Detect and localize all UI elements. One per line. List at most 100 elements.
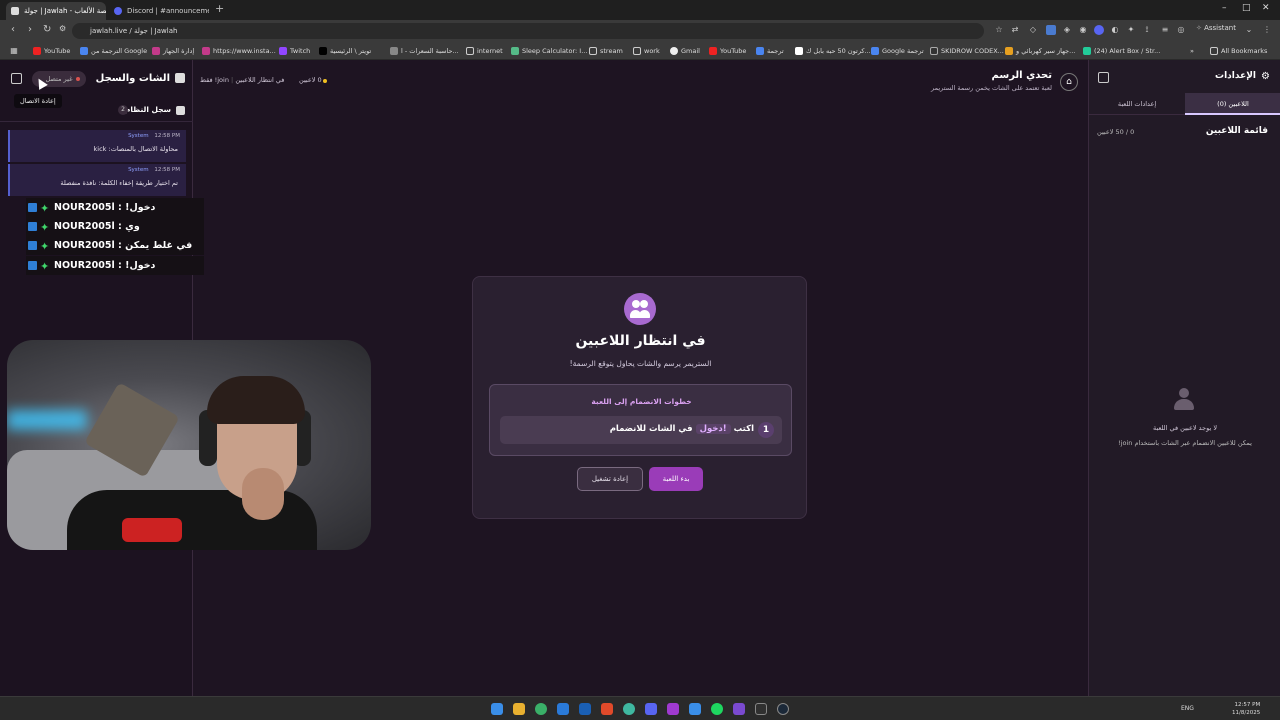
player-list-title: قائمة اللاعبين bbox=[1205, 126, 1268, 136]
bookmark-device-manager[interactable]: إدارة الجهاز bbox=[152, 45, 194, 57]
home-button[interactable]: ⌂ bbox=[1060, 73, 1078, 91]
obs-icon[interactable] bbox=[755, 703, 767, 715]
collapse-panel-icon[interactable] bbox=[11, 73, 22, 84]
back-icon[interactable]: ‹ bbox=[11, 24, 15, 35]
steam-icon[interactable] bbox=[777, 703, 789, 715]
extension-icon[interactable] bbox=[1094, 25, 1104, 35]
browser-tab-jawlah[interactable]: جولة | Jawlah - منصة الألعاب bbox=[6, 2, 106, 20]
chat-line: ✦ NOUR2005l : !دخول bbox=[26, 256, 204, 275]
bookmark-carton[interactable]: كرتون 50 حبه بابل ك... bbox=[795, 45, 871, 57]
side-panel-icon[interactable]: ≡ bbox=[1160, 25, 1170, 35]
bookmark-star-icon[interactable]: ☆ bbox=[994, 25, 1004, 35]
folder-icon bbox=[633, 47, 641, 55]
edge-icon[interactable] bbox=[557, 703, 569, 715]
bookmark-gmail[interactable]: Gmail bbox=[670, 45, 700, 57]
bookmark-translation[interactable]: ترجمة bbox=[756, 45, 784, 57]
status-text: في انتظار اللاعبين bbox=[235, 76, 285, 84]
sparkle-icon: ✦ bbox=[40, 260, 50, 273]
sparkle-icon: ✦ bbox=[40, 202, 50, 215]
browser-tab-strip: جولة | Jawlah - منصة الألعاب Discord | #… bbox=[0, 0, 1280, 20]
forward-icon[interactable]: › bbox=[28, 24, 32, 35]
menu-icon[interactable]: ⋮ bbox=[1262, 25, 1272, 35]
discord-icon[interactable] bbox=[645, 703, 657, 715]
bookmark-folder-internet[interactable]: internet bbox=[466, 45, 503, 57]
discord-favicon-icon bbox=[114, 7, 122, 15]
folder-icon bbox=[466, 47, 474, 55]
chat-panel-title: الشات والسجل bbox=[95, 73, 170, 84]
chat-line: ✦ NOUR2005l : في غلط يمكن bbox=[26, 236, 204, 255]
reload-icon[interactable]: ↻ bbox=[43, 24, 51, 35]
collapse-panel-icon[interactable] bbox=[1098, 72, 1109, 83]
chat-icon bbox=[175, 73, 185, 83]
extension-icon[interactable]: ◈ bbox=[1062, 25, 1072, 35]
app-icon[interactable] bbox=[689, 703, 701, 715]
bookmark-folder-stream[interactable]: stream bbox=[589, 45, 623, 57]
bookmark-google-translate[interactable]: الترجمة من Google bbox=[80, 45, 147, 57]
brave-icon[interactable] bbox=[601, 703, 613, 715]
settings-tabs: اللاعبين (0) إعدادات اللعبة bbox=[1089, 93, 1280, 115]
share-icon[interactable]: ⇄ bbox=[1010, 25, 1020, 35]
restart-button[interactable]: إعادة تشغيل bbox=[577, 467, 643, 491]
extension-icon[interactable]: ⟟ bbox=[1142, 25, 1152, 35]
bookmark-calorie-calculator[interactable]: حاسبة السعرات - ا... bbox=[390, 45, 459, 57]
offline-dot-icon bbox=[76, 77, 80, 81]
extension-icon[interactable]: ◉ bbox=[1078, 25, 1088, 35]
translate-icon[interactable] bbox=[1046, 25, 1056, 35]
bookmark-twitter[interactable]: تويتر \ الرئيسية bbox=[319, 45, 371, 57]
all-bookmarks[interactable]: All Bookmarks bbox=[1210, 45, 1267, 57]
bookmark-google-translate-2[interactable]: Google ترجمة bbox=[871, 45, 924, 57]
bookmark-youtube-2[interactable]: YouTube bbox=[709, 45, 746, 57]
spotify-icon[interactable] bbox=[711, 703, 723, 715]
apps-grid-icon[interactable]: ▦ bbox=[9, 46, 19, 56]
extension-icon[interactable]: ◐ bbox=[1110, 25, 1120, 35]
bookmark-treadmill[interactable]: جهاز سير كهربائي و... bbox=[1005, 45, 1075, 57]
minimize-icon[interactable]: – bbox=[1222, 3, 1227, 13]
browser-icon[interactable] bbox=[623, 703, 635, 715]
bookmark-youtube[interactable]: YouTube bbox=[33, 45, 70, 57]
address-bar[interactable]: jawlah.live / جولة | Jawlah bbox=[72, 23, 984, 39]
app-icon[interactable] bbox=[667, 703, 679, 715]
bookmark-alert-box[interactable]: (24) Alert Box / Str... bbox=[1083, 45, 1160, 57]
maximize-icon[interactable]: □ bbox=[1242, 3, 1251, 13]
new-tab-icon[interactable]: + bbox=[215, 2, 224, 15]
clock[interactable]: 12:57 PM 11/8/2025 bbox=[1232, 701, 1260, 717]
chrome-icon[interactable] bbox=[535, 703, 547, 715]
puzzle-icon[interactable]: ✦ bbox=[1126, 25, 1136, 35]
store-icon[interactable] bbox=[579, 703, 591, 715]
tab-game-settings[interactable]: إعدادات اللعبة bbox=[1089, 93, 1185, 115]
profile-icon[interactable]: ◎ bbox=[1176, 25, 1186, 35]
page-icon bbox=[1005, 47, 1013, 55]
bookmark-twitch[interactable]: Twitch bbox=[279, 45, 310, 57]
language-indicator[interactable]: ENG bbox=[1181, 705, 1194, 712]
start-game-button[interactable]: بدء اللعبة bbox=[649, 467, 703, 491]
page-icon bbox=[390, 47, 398, 55]
bookmark-sleep-calculator[interactable]: Sleep Calculator: I... bbox=[511, 45, 587, 57]
bookmark-skidrow[interactable]: SKIDROW CODEX... bbox=[930, 45, 1004, 57]
bookmark-folder-work[interactable]: work bbox=[633, 45, 660, 57]
kick-icon bbox=[28, 241, 37, 250]
file-explorer-icon[interactable] bbox=[513, 703, 525, 715]
system-message: System 12:58 PM تم اختيار طريقة إخفاء ال… bbox=[8, 164, 186, 196]
chevron-down-icon[interactable]: ⌄ bbox=[1244, 25, 1254, 35]
browser-tab-discord[interactable]: Discord | #announcement | Ja bbox=[109, 2, 209, 20]
youtube-icon bbox=[33, 47, 41, 55]
skull-icon bbox=[930, 47, 938, 55]
extension-icon[interactable]: ◇ bbox=[1028, 25, 1038, 35]
close-window-icon[interactable]: ✕ bbox=[1262, 3, 1270, 13]
page-icon bbox=[511, 47, 519, 55]
sparkle-icon: ✦ bbox=[40, 221, 50, 234]
join-hint: join! فقط bbox=[200, 76, 229, 84]
assistant-button[interactable]: ✧ Assistant bbox=[1196, 24, 1236, 32]
settings-panel: ⚙ الإعدادات اللاعبين (0) إعدادات اللعبة … bbox=[1088, 60, 1280, 696]
user-icon bbox=[1174, 388, 1194, 410]
bookmarks-bar: ▦ YouTube الترجمة من Google إدارة الجهاز… bbox=[0, 42, 1280, 60]
windows-start-icon[interactable] bbox=[491, 703, 503, 715]
tab-players[interactable]: اللاعبين (0) bbox=[1185, 93, 1280, 115]
google-icon bbox=[871, 47, 879, 55]
bookmark-instagram[interactable]: https://www.insta... bbox=[202, 45, 276, 57]
app-icon[interactable] bbox=[733, 703, 745, 715]
more-bookmarks-icon[interactable]: » bbox=[1190, 45, 1194, 57]
gmail-icon bbox=[670, 47, 678, 55]
system-log-header[interactable]: سجل النظام 2 bbox=[0, 100, 193, 122]
site-info-icon[interactable]: ⚙ bbox=[59, 24, 66, 33]
